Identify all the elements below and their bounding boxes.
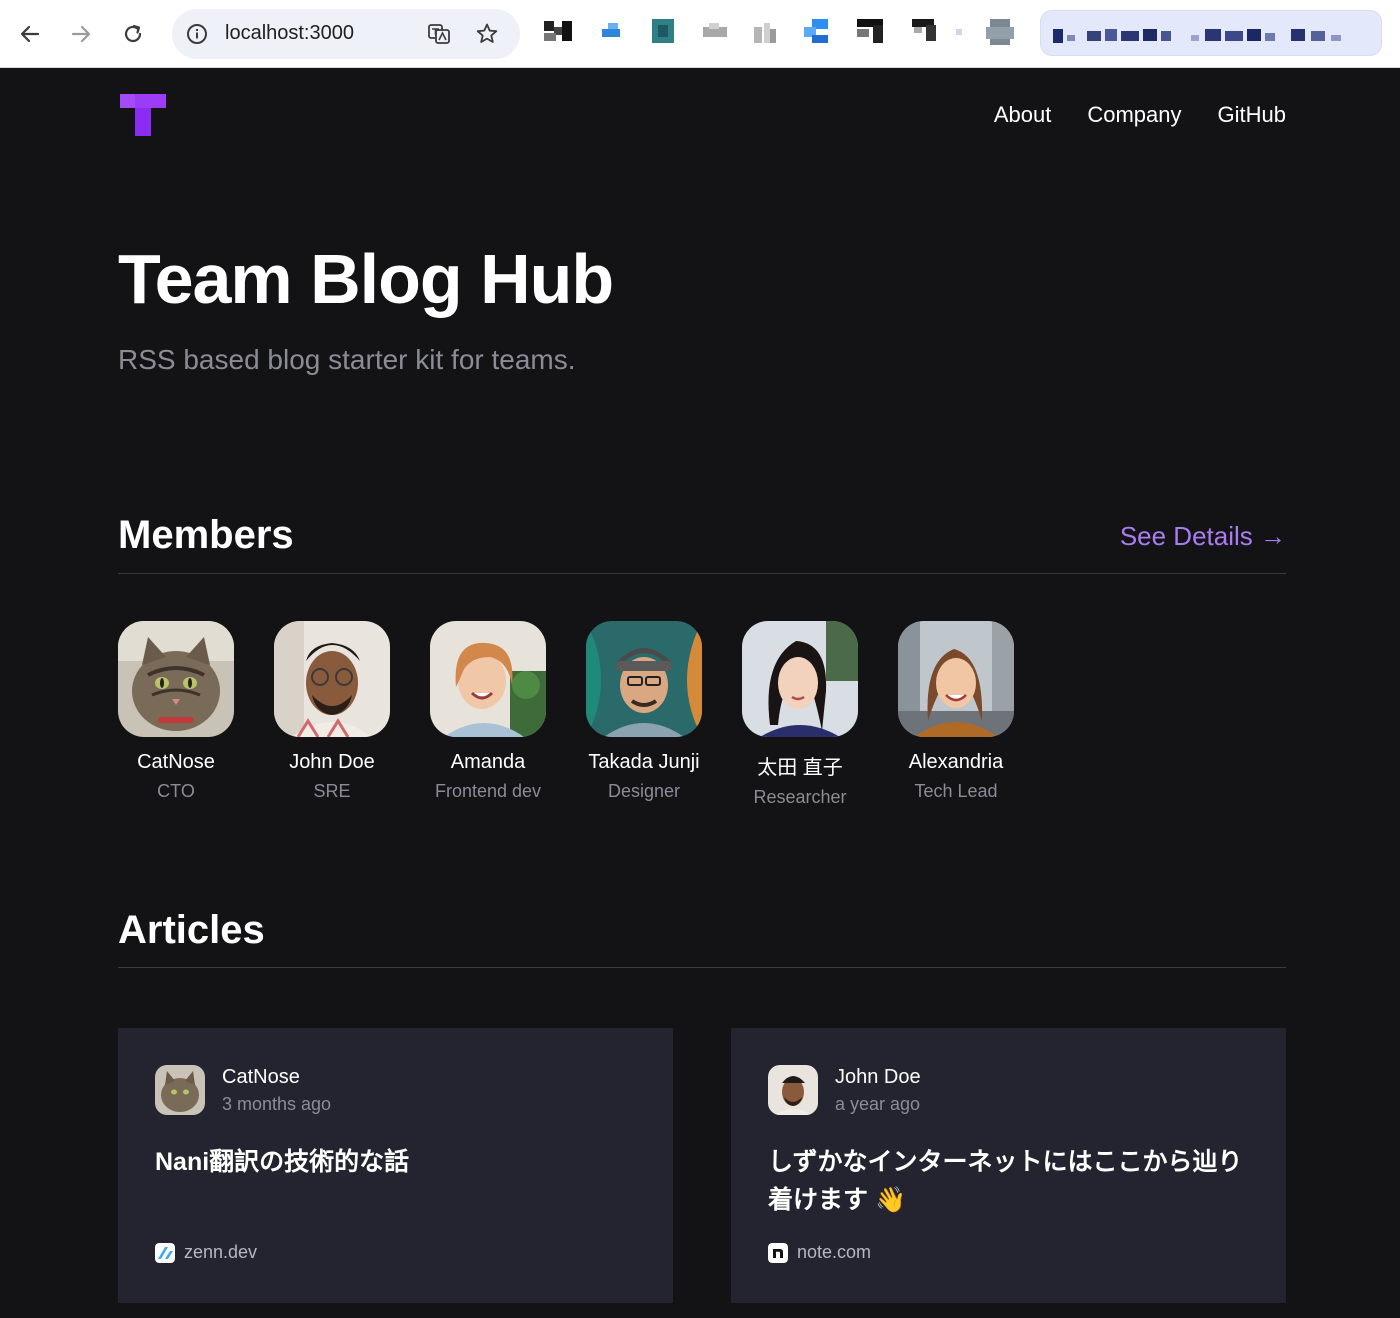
member-role: SRE bbox=[313, 781, 351, 801]
translate-icon[interactable] bbox=[426, 21, 452, 47]
browser-toolbar: localhost:3000 bbox=[0, 0, 1400, 68]
see-details-link[interactable]: See Details → bbox=[1120, 521, 1286, 552]
article-author: John Doe bbox=[835, 1066, 921, 1088]
member-card[interactable]: Alexandria Tech Lead bbox=[898, 621, 1014, 808]
article-source-label: zenn.dev bbox=[184, 1242, 258, 1262]
article-author: CatNose bbox=[222, 1066, 300, 1088]
extension-icon[interactable] bbox=[804, 19, 830, 45]
profile-chip[interactable] bbox=[1040, 10, 1382, 56]
member-avatar-amanda[interactable] bbox=[430, 621, 546, 737]
url-text[interactable]: localhost:3000 bbox=[225, 22, 354, 45]
article-title[interactable]: しずかなインターネットにはここから辿り着けます 👋 bbox=[768, 1143, 1248, 1219]
hero-title: Team Blog Hub bbox=[118, 240, 614, 318]
member-role: Designer bbox=[607, 781, 681, 801]
article-card[interactable]: CatNose 3 months ago Nani翻訳の技術的な話 zenn.d… bbox=[118, 1028, 673, 1303]
member-card[interactable]: Amanda Frontend dev bbox=[430, 621, 546, 808]
article-time: a year ago bbox=[835, 1094, 921, 1114]
member-name: John Doe bbox=[289, 751, 375, 773]
extension-icon[interactable] bbox=[912, 19, 938, 45]
articles-heading: Articles bbox=[118, 908, 265, 952]
member-card[interactable]: CatNose CTO bbox=[118, 621, 234, 808]
author-avatar-john bbox=[768, 1065, 818, 1115]
extension-icon[interactable] bbox=[602, 19, 622, 45]
member-card[interactable]: Takada Junji Designer bbox=[586, 621, 702, 808]
member-name: CatNose bbox=[137, 751, 215, 773]
members-list: CatNose CTO John Doe SRE Amanda Frontend… bbox=[118, 621, 1014, 808]
arrow-right-icon bbox=[71, 25, 91, 43]
extension-icon[interactable] bbox=[986, 19, 1016, 45]
nav-github-link[interactable]: GitHub bbox=[1218, 102, 1286, 128]
site-logo[interactable] bbox=[120, 94, 166, 136]
zenn-icon bbox=[155, 1242, 175, 1263]
member-name: Takada Junji bbox=[588, 751, 700, 773]
members-heading: Members bbox=[118, 513, 294, 557]
members-divider bbox=[118, 573, 1286, 574]
articles-divider bbox=[118, 967, 1286, 968]
article-source-label: note.com bbox=[797, 1242, 872, 1262]
site-info-icon[interactable] bbox=[184, 21, 210, 47]
member-avatar-john[interactable] bbox=[274, 621, 390, 737]
back-button[interactable] bbox=[10, 14, 50, 54]
extension-icon[interactable] bbox=[754, 19, 778, 45]
article-title[interactable]: Nani翻訳の技術的な話 bbox=[155, 1143, 635, 1181]
member-card[interactable]: John Doe SRE bbox=[274, 621, 390, 808]
bookmark-star-icon[interactable] bbox=[474, 21, 500, 47]
extension-icon[interactable] bbox=[544, 19, 574, 45]
member-avatar-ota[interactable] bbox=[742, 621, 858, 737]
nav-company-link[interactable]: Company bbox=[1087, 102, 1181, 128]
note-icon bbox=[768, 1242, 788, 1263]
member-role: Researcher bbox=[753, 787, 847, 807]
address-bar[interactable]: localhost:3000 bbox=[172, 9, 520, 59]
reload-button[interactable] bbox=[113, 14, 153, 54]
extension-icon[interactable] bbox=[703, 19, 729, 45]
member-name: Alexandria bbox=[908, 751, 1004, 773]
article-time: 3 months ago bbox=[222, 1094, 332, 1114]
arrow-left-icon bbox=[20, 25, 40, 43]
article-source: zenn.dev bbox=[155, 1242, 257, 1263]
top-navigation: About Company GitHub bbox=[994, 102, 1286, 128]
page: About Company GitHub Team Blog Hub RSS b… bbox=[0, 69, 1400, 1318]
member-name: Amanda bbox=[450, 751, 526, 773]
member-avatar-takada[interactable] bbox=[586, 621, 702, 737]
article-source: note.com bbox=[768, 1242, 871, 1263]
member-role: Tech Lead bbox=[914, 781, 998, 801]
member-avatar-cat[interactable] bbox=[118, 621, 234, 737]
member-role: Frontend dev bbox=[434, 781, 542, 801]
reload-icon bbox=[124, 24, 142, 43]
member-role: CTO bbox=[157, 781, 195, 801]
extension-icon[interactable] bbox=[652, 19, 676, 45]
extension-icon[interactable] bbox=[956, 19, 966, 45]
nav-about-link[interactable]: About bbox=[994, 102, 1052, 128]
article-card[interactable]: John Doe a year ago しずかなインターネットにはここから辿り着… bbox=[731, 1028, 1286, 1303]
member-card[interactable]: 太田 直子 Researcher bbox=[742, 621, 858, 808]
member-name: 太田 直子 bbox=[757, 757, 843, 779]
author-avatar-cat bbox=[155, 1065, 205, 1115]
member-avatar-alexandria[interactable] bbox=[898, 621, 1014, 737]
extension-icon[interactable] bbox=[855, 19, 885, 45]
hero-subtitle: RSS based blog starter kit for teams. bbox=[118, 344, 576, 375]
forward-button[interactable] bbox=[61, 14, 101, 54]
